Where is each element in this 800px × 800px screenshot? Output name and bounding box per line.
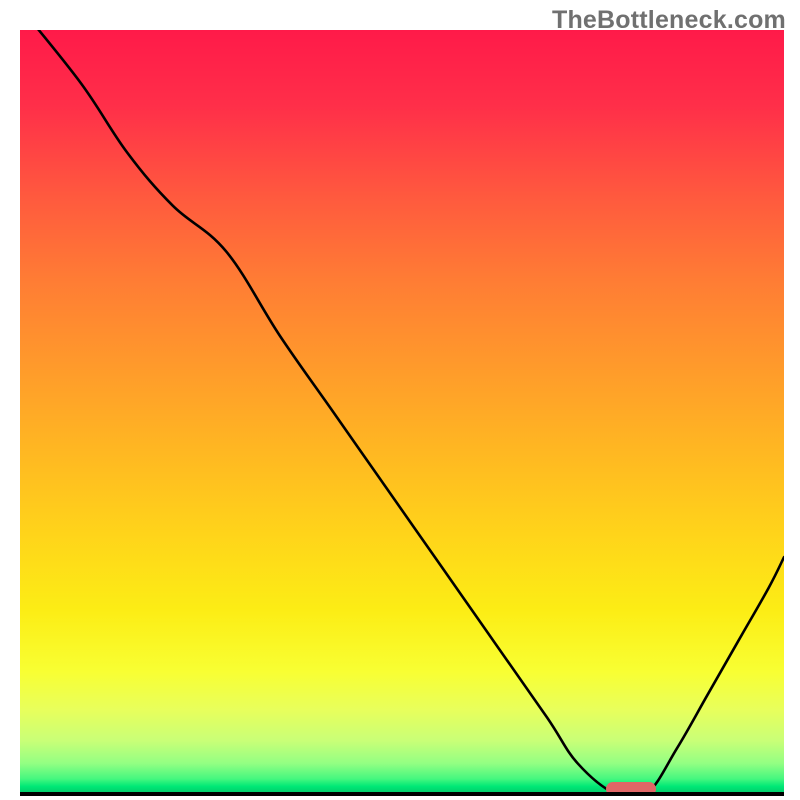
chart-container: TheBottleneck.com [0, 0, 800, 800]
bottleneck-curve [20, 30, 784, 794]
x-axis-line [20, 792, 784, 796]
plot-area [20, 30, 784, 794]
watermark-text: TheBottleneck.com [552, 6, 786, 35]
